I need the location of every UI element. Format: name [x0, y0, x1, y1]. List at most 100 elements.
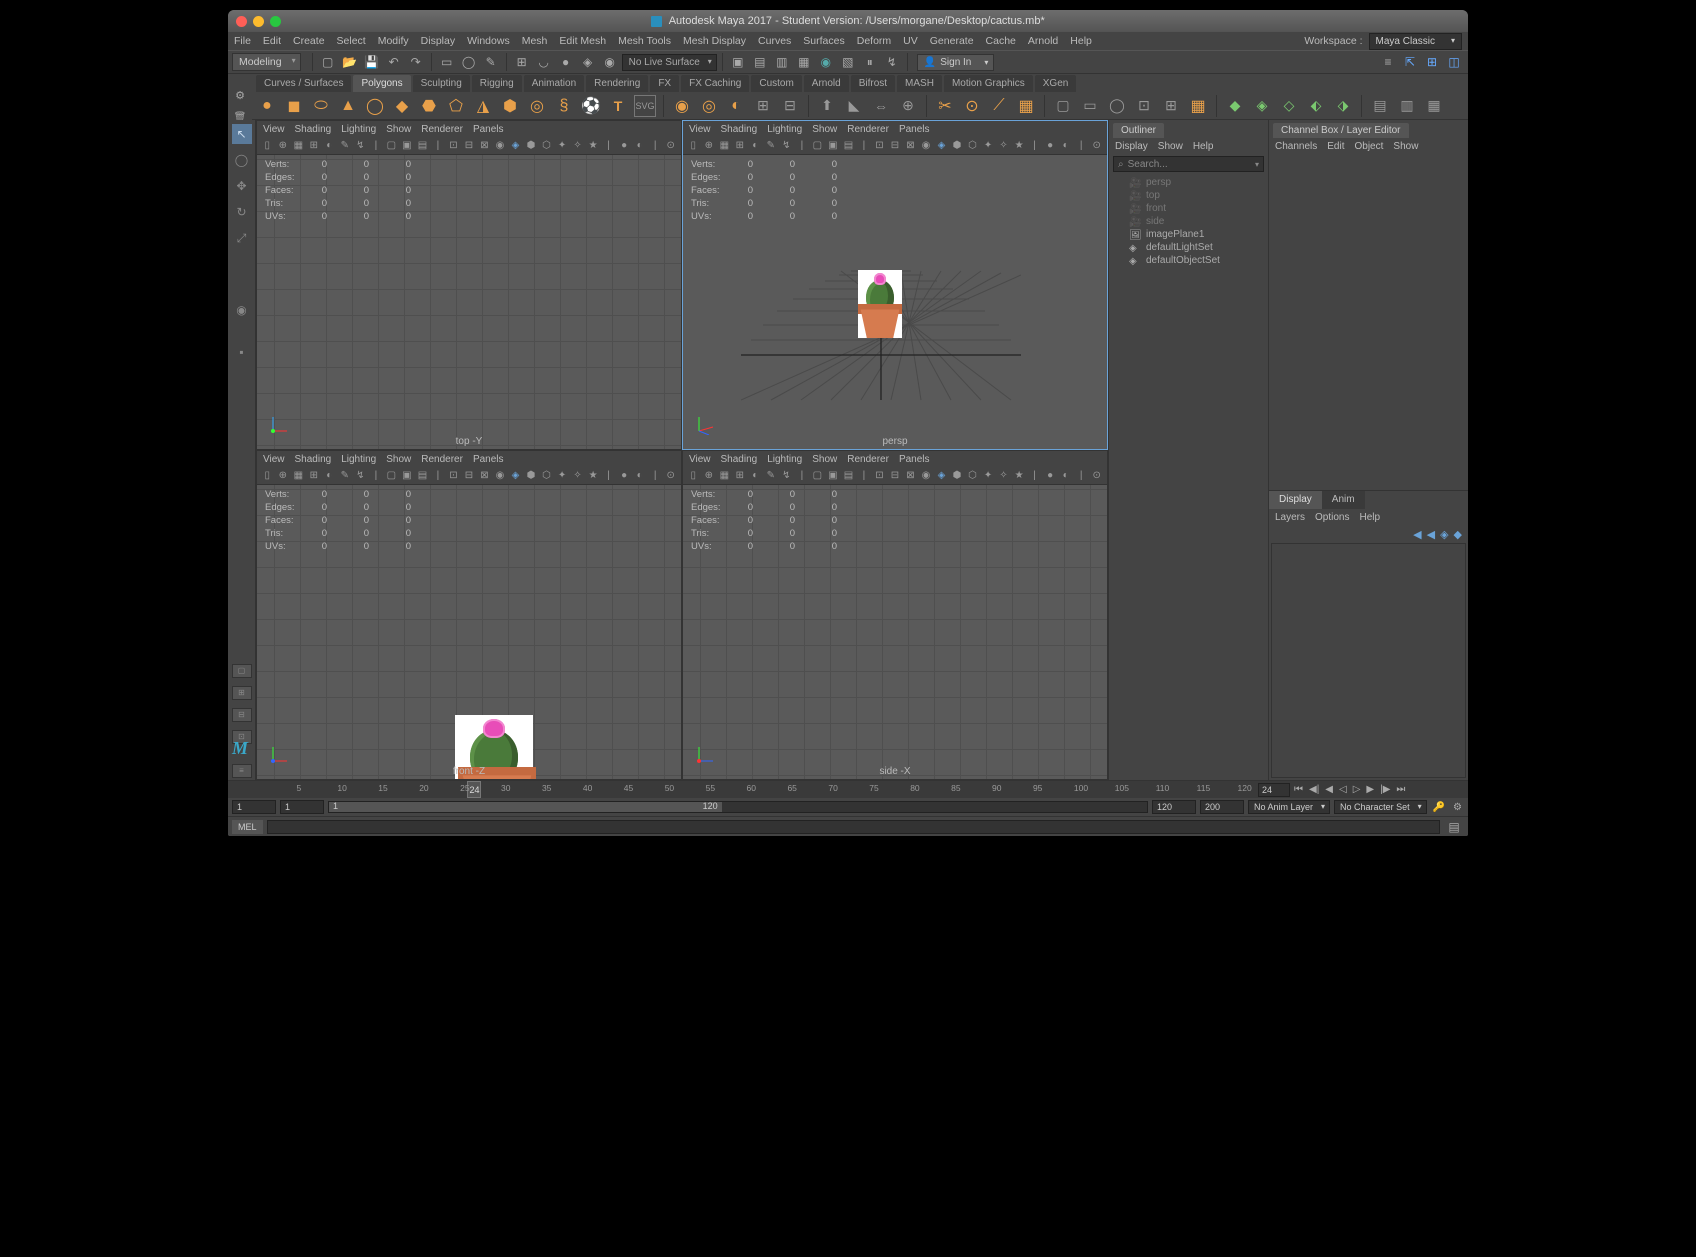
outliner-menu-show[interactable]: Show — [1158, 141, 1183, 152]
vp-menu-show[interactable]: Show — [812, 454, 837, 465]
outliner-search[interactable]: ⌕ Search... — [1113, 156, 1264, 172]
layer-tab-anim[interactable]: Anim — [1322, 491, 1365, 509]
target-weld-icon[interactable]: ⊙ — [961, 95, 983, 117]
menu-file[interactable]: File — [234, 35, 251, 47]
poly-cone-icon[interactable]: ▲ — [337, 95, 359, 117]
last-tool-icon[interactable]: ◉ — [232, 300, 252, 320]
menu-edit[interactable]: Edit — [263, 35, 281, 47]
combine-icon[interactable]: ◉ — [671, 95, 693, 117]
layers-menu-options[interactable]: Options — [1315, 512, 1349, 523]
vp-menu-view[interactable]: View — [263, 124, 285, 135]
range-out-field[interactable]: 120 — [1152, 800, 1196, 814]
channelbox-tab[interactable]: Channel Box / Layer Editor — [1273, 123, 1409, 138]
new-scene-icon[interactable]: ▢ — [318, 52, 338, 72]
shelf-tab-mash[interactable]: MASH — [897, 75, 942, 92]
render-icon[interactable]: ▣ — [728, 52, 748, 72]
poly-type-icon[interactable]: T — [607, 95, 629, 117]
vp-menu-lighting[interactable]: Lighting — [767, 454, 802, 465]
outliner-item[interactable]: 🎥top — [1109, 189, 1268, 202]
shelf-tab-polygons[interactable]: Polygons — [353, 75, 410, 92]
layout-icon[interactable]: ◫ — [1444, 52, 1464, 72]
current-frame-field[interactable]: 24 — [1258, 783, 1290, 797]
vp-menu-renderer[interactable]: Renderer — [421, 124, 463, 135]
move-tool-icon[interactable]: ✥ — [232, 176, 252, 196]
cylindrical-icon[interactable]: ▭ — [1079, 95, 1101, 117]
paint-select-icon[interactable]: ✎ — [481, 52, 501, 72]
light-editor-icon[interactable]: ▧ — [838, 52, 858, 72]
outliner-btn-icon[interactable]: ▤ — [1369, 95, 1391, 117]
menu-select[interactable]: Select — [337, 35, 366, 47]
outliner-tab[interactable]: Outliner — [1113, 123, 1164, 138]
range-track[interactable]: 1 120 — [328, 801, 1148, 813]
menuset-dropdown[interactable]: Modeling — [232, 53, 301, 71]
vp-menu-renderer[interactable]: Renderer — [421, 454, 463, 465]
bevel-icon[interactable]: ◣ — [843, 95, 865, 117]
snap-grid-icon[interactable]: ⊞ — [512, 52, 532, 72]
script-lang-toggle[interactable]: MEL — [232, 820, 263, 834]
playblast-icon[interactable]: ⏸ — [860, 52, 880, 72]
step-back-icon[interactable]: ◀ — [1323, 784, 1335, 795]
go-start-icon[interactable]: ⏮ — [1292, 784, 1305, 795]
outliner-item[interactable]: 🎥front — [1109, 202, 1268, 215]
menu-mesh-tools[interactable]: Mesh Tools — [618, 35, 671, 47]
outliner-list[interactable]: 🎥persp🎥top🎥front🎥side🖼imagePlane1◈defaul… — [1109, 174, 1268, 780]
menu-modify[interactable]: Modify — [378, 35, 409, 47]
drag-panel-icon[interactable]: ⊞ — [1422, 52, 1442, 72]
outliner-item[interactable]: 🖼imagePlane1 — [1109, 228, 1268, 241]
poly-disc-icon[interactable]: ⬣ — [418, 95, 440, 117]
menu-edit-mesh[interactable]: Edit Mesh — [559, 35, 606, 47]
workspace-dropdown[interactable]: Maya Classic — [1369, 33, 1462, 50]
vp-menu-renderer[interactable]: Renderer — [847, 124, 889, 135]
hypergraph-icon[interactable]: ▦ — [1423, 95, 1445, 117]
separate-icon[interactable]: ◎ — [698, 95, 720, 117]
redo-icon[interactable]: ↷ — [406, 52, 426, 72]
vp-menu-lighting[interactable]: Lighting — [341, 124, 376, 135]
xgen-icon[interactable]: ≡ — [1378, 52, 1398, 72]
vp-menu-lighting[interactable]: Lighting — [341, 454, 376, 465]
viewport-persp[interactable]: View Shading Lighting Show Renderer Pane… — [683, 121, 1107, 449]
shelf-tab-sculpting[interactable]: Sculpting — [413, 75, 470, 92]
range-end-field[interactable]: 200 — [1200, 800, 1244, 814]
vp-menu-shading[interactable]: Shading — [721, 124, 758, 135]
extrude-icon[interactable]: ⬆ — [816, 95, 838, 117]
menu-uv[interactable]: UV — [903, 35, 918, 47]
shelf-tab-arnold[interactable]: Arnold — [804, 75, 849, 92]
character-set-dropdown[interactable]: No Character Set — [1334, 800, 1427, 814]
spherical-icon[interactable]: ◯ — [1106, 95, 1128, 117]
menu-create[interactable]: Create — [293, 35, 325, 47]
play-back-icon[interactable]: ◁ — [1337, 784, 1349, 795]
menu-generate[interactable]: Generate — [930, 35, 974, 47]
outliner-toggle-icon[interactable]: ≡ — [232, 764, 252, 778]
vp-menu-show[interactable]: Show — [386, 454, 411, 465]
command-input[interactable] — [267, 820, 1440, 834]
auto-key-icon[interactable]: 🔑 — [1431, 802, 1447, 813]
vp-menu-shading[interactable]: Shading — [721, 454, 758, 465]
shelf-tab-bifrost[interactable]: Bifrost — [851, 75, 895, 92]
two-side-icon[interactable]: ⊟ — [232, 708, 252, 722]
poly-prism-icon[interactable]: ⬢ — [499, 95, 521, 117]
layer-move-down-icon[interactable]: ◀ — [1427, 528, 1435, 541]
minimize-window-icon[interactable] — [253, 16, 264, 27]
single-view-icon[interactable]: ▢ — [232, 664, 252, 678]
menu-windows[interactable]: Windows — [467, 35, 510, 47]
cb-menu-channels[interactable]: Channels — [1275, 141, 1317, 152]
viewport-top[interactable]: View Shading Lighting Show Renderer Pane… — [257, 121, 681, 449]
layers-menu-layers[interactable]: Layers — [1275, 512, 1305, 523]
vp-menu-view[interactable]: View — [689, 124, 711, 135]
menu-curves[interactable]: Curves — [758, 35, 791, 47]
step-fwd-icon[interactable]: ▶ — [1364, 784, 1376, 795]
outliner-menu-help[interactable]: Help — [1193, 141, 1214, 152]
ipr-icon[interactable]: ▤ — [750, 52, 770, 72]
shelf-tab-animation[interactable]: Animation — [524, 75, 584, 92]
cb-menu-object[interactable]: Object — [1355, 141, 1384, 152]
poly-soccer-icon[interactable]: ⚽ — [580, 95, 602, 117]
snap-point-icon[interactable]: ● — [556, 52, 576, 72]
shelf-tab-motion[interactable]: Motion Graphics — [944, 75, 1033, 92]
close-window-icon[interactable] — [236, 16, 247, 27]
vp-menu-lighting[interactable]: Lighting — [767, 124, 802, 135]
mash-node-icon[interactable]: ◇ — [1278, 95, 1300, 117]
shelf-tab-curves[interactable]: Curves / Surfaces — [256, 75, 351, 92]
range-start-field[interactable]: 1 — [232, 800, 276, 814]
bridge-icon[interactable]: ⇔ — [870, 95, 892, 117]
render-settings-icon[interactable]: ▥ — [772, 52, 792, 72]
